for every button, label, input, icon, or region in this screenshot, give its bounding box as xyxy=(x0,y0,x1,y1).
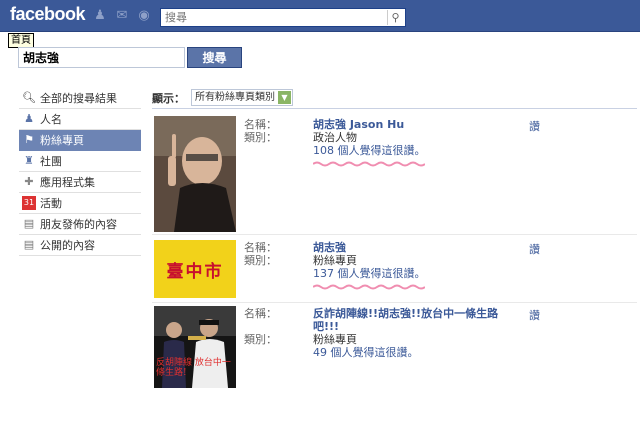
sidebar-item-pages[interactable]: ⚑ 粉絲專頁 xyxy=(19,130,141,151)
sidebar-item-events[interactable]: 31 活動 xyxy=(19,193,141,214)
sidebar-item-label: 朋友發佈的內容 xyxy=(40,218,117,231)
name-field-label: 名稱： xyxy=(244,307,277,320)
name-field-label: 名稱： xyxy=(244,118,277,131)
sidebar-item-label: 公開的內容 xyxy=(40,239,95,252)
type-field-label: 類別： xyxy=(244,254,277,267)
profile-photo[interactable]: 反胡陣線 放台中一條生路! xyxy=(154,306,236,388)
category-select[interactable]: 所有粉絲專頁類別 ▼ xyxy=(191,89,293,106)
notifications-globe-icon[interactable]: ◉ xyxy=(136,8,152,24)
sidebar-item-friends-posts[interactable]: ▤ 朋友發佈的內容 xyxy=(19,214,141,235)
result-item: 臺中市 名稱： 類別： 胡志強 粉絲專頁 137 個人覺得這很讚。 讚 xyxy=(152,240,637,303)
main-search: 搜尋 xyxy=(18,47,242,68)
top-search-box: ⚲ xyxy=(160,8,406,27)
name-field-label: 名稱： xyxy=(244,241,277,254)
filter-divider xyxy=(152,108,637,109)
flag-icon: ⚑ xyxy=(24,133,34,146)
thumb-text: 臺中市 xyxy=(166,261,224,282)
result-info: 胡志強 Jason Hu 政治人物 108 個人覺得這很讚。 xyxy=(312,118,513,170)
notification-icons: ♟ ✉ ◉ xyxy=(92,8,152,24)
profile-photo[interactable] xyxy=(154,116,236,232)
result-divider xyxy=(152,302,637,303)
category-select-value: 所有粉絲專頁類別 xyxy=(195,92,275,103)
type-field-label: 類別： xyxy=(244,333,277,346)
like-link[interactable]: 讚 xyxy=(529,118,540,134)
result-info: 胡志強 粉絲專頁 137 個人覺得這很讚。 xyxy=(312,241,513,293)
group-icon: ♜ xyxy=(24,154,34,167)
main-search-input[interactable] xyxy=(18,47,185,68)
page-category: 政治人物 xyxy=(313,131,357,144)
sidebar-item-people[interactable]: ♟ 人名 xyxy=(19,109,141,130)
field-labels: 名稱： 類別： xyxy=(244,118,277,144)
thumb-text: 反胡陣線 放台中一條生路! xyxy=(156,358,231,378)
sidebar-item-label: 粉絲專頁 xyxy=(40,134,84,147)
top-search-input[interactable] xyxy=(161,9,381,26)
sidebar-item-label: 社團 xyxy=(40,155,62,168)
calendar-icon: 31 xyxy=(22,196,36,210)
like-count[interactable]: 49 個人覺得這很讚。 xyxy=(313,346,519,359)
search-filter-sidebar: 🔍︎ 全部的搜尋結果 ♟ 人名 ⚑ 粉絲專頁 ♜ 社團 ✚ 應用程式集 31 活… xyxy=(19,88,141,256)
sidebar-item-label: 人名 xyxy=(40,113,62,126)
like-link[interactable]: 讚 xyxy=(529,241,540,257)
page-title-link[interactable]: 反詐胡陣線!!胡志強!!放台中一條生路吧!!! xyxy=(313,307,519,333)
messages-icon[interactable]: ✉ xyxy=(114,8,130,24)
like-count[interactable]: 137 個人覺得這很讚。 xyxy=(313,267,513,280)
result-info: 反詐胡陣線!!胡志強!!放台中一條生路吧!!! 粉絲專頁 49 個人覺得這很讚。 xyxy=(313,307,519,359)
sidebar-item-groups[interactable]: ♜ 社團 xyxy=(19,151,141,172)
like-count[interactable]: 108 個人覺得這很讚。 xyxy=(313,144,513,157)
chevron-down-icon: ▼ xyxy=(278,91,291,104)
facebook-logo[interactable]: facebook xyxy=(10,4,86,25)
field-labels: 名稱： 類別： xyxy=(244,307,277,346)
search-icon[interactable]: ⚲ xyxy=(387,10,403,25)
sidebar-item-label: 活動 xyxy=(40,197,62,210)
magnifier-icon: 🔍︎ xyxy=(22,91,36,104)
category-filter: 顯示： 所有粉絲專頁類別 ▼ xyxy=(152,89,293,106)
public-post-icon: ▤ xyxy=(23,238,35,251)
red-underline-mark xyxy=(312,284,426,290)
page-category: 粉絲專頁 xyxy=(313,254,357,267)
sidebar-item-public-posts[interactable]: ▤ 公開的內容 xyxy=(19,235,141,256)
page-title-link[interactable]: 胡志強 Jason Hu xyxy=(313,118,513,131)
person-icon: ♟ xyxy=(24,112,34,125)
sidebar-item-label: 全部的搜尋結果 xyxy=(40,92,117,105)
red-underline-mark xyxy=(312,161,426,167)
friend-requests-icon[interactable]: ♟ xyxy=(92,8,108,24)
puzzle-icon: ✚ xyxy=(24,175,34,188)
sidebar-item-all-results[interactable]: 🔍︎ 全部的搜尋結果 xyxy=(19,88,141,109)
search-button[interactable]: 搜尋 xyxy=(187,47,242,68)
page-title-link[interactable]: 胡志強 xyxy=(313,241,513,254)
like-link[interactable]: 讚 xyxy=(529,307,540,323)
profile-photo[interactable]: 臺中市 xyxy=(154,240,236,298)
filter-label: 顯示： xyxy=(152,91,185,105)
sidebar-item-label: 應用程式集 xyxy=(40,176,95,189)
top-bar: facebook ♟ ✉ ◉ ⚲ xyxy=(0,0,640,32)
type-field-label: 類別： xyxy=(244,131,277,144)
result-item: 名稱： 類別： 胡志強 Jason Hu 政治人物 108 個人覺得這很讚。 讚 xyxy=(152,114,637,235)
post-icon: ▤ xyxy=(23,217,35,230)
sidebar-item-apps[interactable]: ✚ 應用程式集 xyxy=(19,172,141,193)
result-item: 反胡陣線 放台中一條生路! 名稱： 類別： 反詐胡陣線!!胡志強!!放台中一條生… xyxy=(152,306,637,416)
result-divider xyxy=(152,234,637,235)
field-labels: 名稱： 類別： xyxy=(244,241,277,267)
page-category: 粉絲專頁 xyxy=(313,333,357,346)
home-tooltip: 首頁 xyxy=(8,33,34,48)
